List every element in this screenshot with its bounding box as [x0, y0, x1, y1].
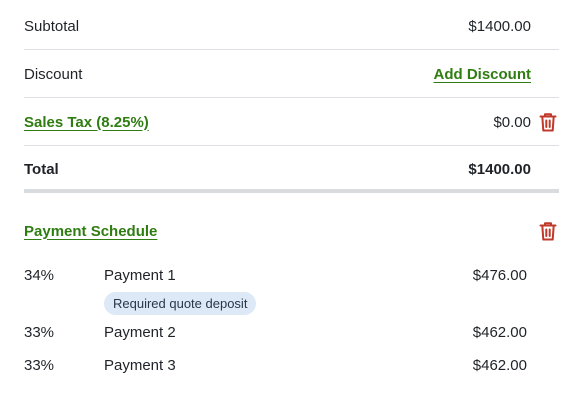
payment-name: Payment 2 — [104, 324, 176, 341]
total-value: $1400.00 — [468, 160, 531, 178]
subtotal-row: Subtotal $1400.00 — [24, 15, 531, 37]
total-label: Total — [24, 160, 59, 178]
payment-row: 33% Payment 3 $462.00 — [24, 357, 527, 379]
payment-percent: 33% — [24, 324, 55, 341]
subtotal-value: $1400.00 — [468, 17, 531, 35]
payment-row: 34% Payment 1 $476.00 Required quote dep… — [24, 267, 527, 319]
discount-label: Discount — [24, 65, 83, 83]
payment-amount: $462.00 — [472, 324, 527, 341]
sales-tax-link[interactable]: Sales Tax (8.25%) — [24, 114, 149, 131]
payment-schedule-header: Payment Schedule — [24, 220, 531, 242]
payment-schedule-link[interactable]: Payment Schedule — [24, 223, 157, 240]
trash-icon[interactable] — [539, 112, 557, 132]
payment-amount: $476.00 — [472, 267, 527, 284]
total-row: Total $1400.00 — [24, 158, 531, 180]
divider — [24, 145, 559, 146]
trash-icon[interactable] — [539, 221, 557, 241]
subtotal-label: Subtotal — [24, 17, 80, 35]
deposit-badge: Required quote deposit — [104, 292, 257, 315]
sales-tax-value: $0.00 — [493, 113, 531, 131]
divider — [24, 49, 559, 50]
divider — [24, 97, 559, 98]
payment-percent: 34% — [24, 267, 55, 284]
sales-tax-row: Sales Tax (8.25%) $0.00 — [24, 111, 531, 133]
discount-row: Discount Add Discount — [24, 63, 531, 85]
payment-percent: 33% — [24, 357, 55, 374]
payment-amount: $462.00 — [472, 357, 527, 374]
payment-name: Payment 3 — [104, 357, 176, 374]
payment-row: 33% Payment 2 $462.00 — [24, 324, 527, 346]
add-discount-link[interactable]: Add Discount — [434, 66, 532, 83]
payment-name: Payment 1 — [104, 267, 176, 284]
total-divider — [24, 189, 559, 193]
